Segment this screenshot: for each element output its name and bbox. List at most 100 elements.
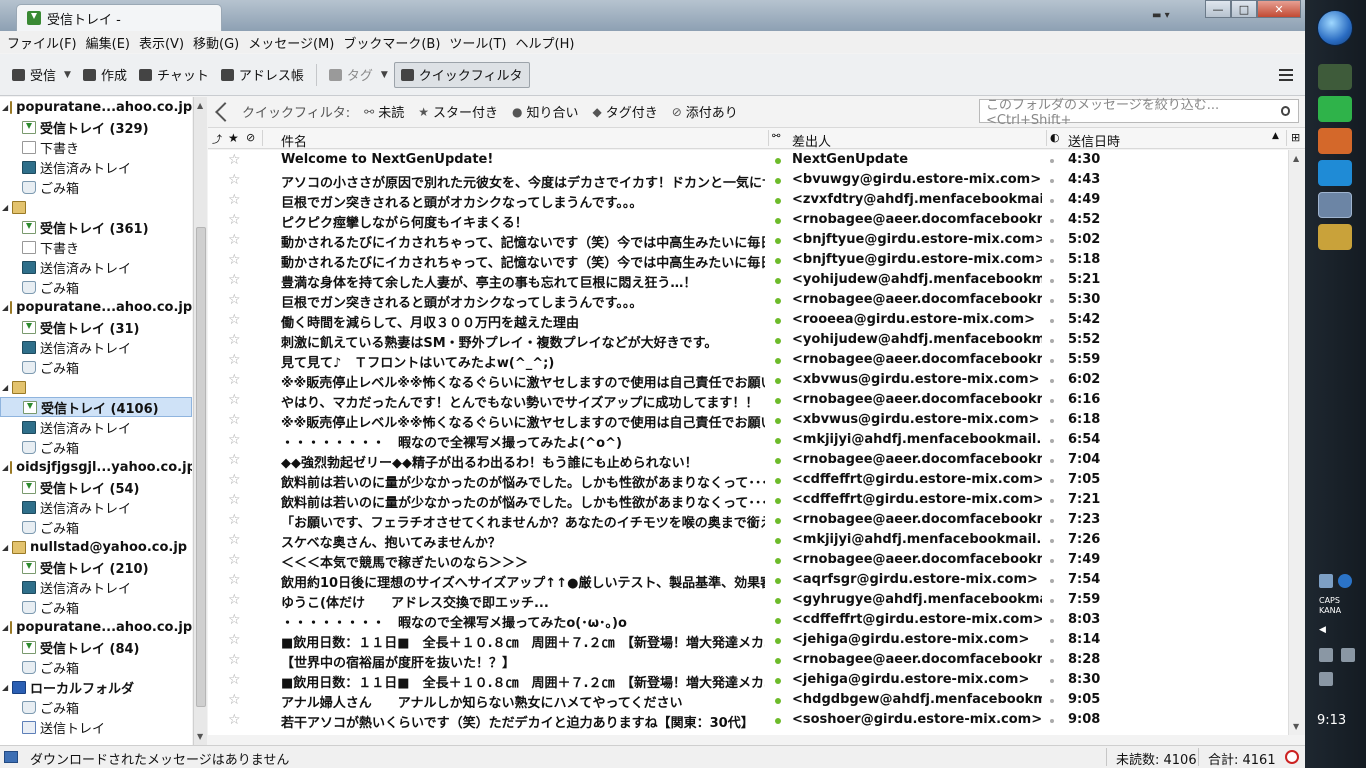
account-row[interactable]: ◢ oidsjfjgsgjl...yahoo.co.jp	[0, 457, 192, 477]
star-toggle-icon[interactable]: ☆	[228, 152, 241, 168]
unread-dot-icon[interactable]	[775, 198, 781, 204]
unread-dot-icon[interactable]	[775, 378, 781, 384]
folder-pane-scrollbar[interactable]: ▲ ▼	[193, 97, 207, 745]
unread-dot-icon[interactable]	[775, 638, 781, 644]
star-toggle-icon[interactable]: ☆	[228, 312, 241, 328]
message-row[interactable]: ☆ アソコの小ささが原因で別れた元彼女を、今度はデカさでイカす！ドカンと一気にサイ…	[208, 170, 1288, 191]
message-row[interactable]: ☆ 見て見て♪ Ｔフロントはいてみたよw(^_^;) <rnobagee@aeer.…	[208, 350, 1288, 371]
ime-status[interactable]: CAPS KANA	[1319, 596, 1341, 616]
junk-status-icon[interactable]	[1050, 419, 1054, 423]
junk-status-icon[interactable]	[1050, 379, 1054, 383]
filter-attachment-button[interactable]: ⊘ 添付あり	[672, 102, 738, 122]
attachment-column-icon[interactable]: ⊘	[246, 131, 255, 144]
tab-list-icon[interactable]: ▬ ▾	[1152, 10, 1170, 21]
junk-status-icon[interactable]	[1050, 459, 1054, 463]
message-row[interactable]: ☆ ピクピク痙攣しながら何度もイキまくる！ <rnobagee@aeer.docom…	[208, 210, 1288, 231]
tray-expand-icon[interactable]: ◀	[1319, 625, 1327, 639]
help-icon[interactable]	[1338, 574, 1352, 588]
menu-help[interactable]: ヘルプ(H)	[513, 33, 581, 52]
star-toggle-icon[interactable]: ☆	[228, 672, 241, 688]
menu-message[interactable]: メッセージ(M)	[245, 33, 340, 52]
column-divider[interactable]	[1046, 130, 1047, 146]
junk-status-icon[interactable]	[1050, 319, 1054, 323]
column-divider[interactable]	[768, 130, 769, 146]
star-toggle-icon[interactable]: ☆	[228, 252, 241, 268]
junk-status-icon[interactable]	[1050, 159, 1054, 163]
folder-outbox[interactable]: 送信トレイ	[0, 717, 192, 737]
subject-column-header[interactable]: 件名	[281, 131, 307, 150]
message-row[interactable]: ☆ 「お願いです、フェラチオさせてくれませんか？あなたのイチモツを喉の奥まで銜え込…	[208, 510, 1288, 531]
account-row[interactable]: ◢ popuratane...ahoo.co.jp	[0, 297, 192, 317]
unread-dot-icon[interactable]	[775, 558, 781, 564]
folder-draft[interactable]: 下書き	[0, 237, 192, 257]
unread-dot-icon[interactable]	[775, 458, 781, 464]
message-row[interactable]: ☆ 若干アソコが熱いくらいです（笑）ただデカイと迫力ありますね【関東：30代】 <s…	[208, 710, 1288, 731]
filter-contacts-button[interactable]: ● 知り合い	[512, 102, 579, 122]
unread-dot-icon[interactable]	[775, 258, 781, 264]
quick-filter-button[interactable]: クイックフィルタ	[393, 61, 530, 88]
folder-inbox[interactable]: 受信トレイ (329)	[0, 117, 192, 137]
column-picker-icon[interactable]: ⊞	[1291, 131, 1300, 144]
taskbar-app-icon[interactable]	[1318, 64, 1352, 90]
unread-dot-icon[interactable]	[775, 178, 781, 184]
star-toggle-icon[interactable]: ☆	[228, 232, 241, 248]
folder-trash[interactable]: ごみ箱	[0, 657, 192, 677]
expand-toggle-icon[interactable]: ◢	[2, 383, 10, 392]
junk-column-icon[interactable]: ◐	[1050, 131, 1060, 144]
folder-sent[interactable]: 送信済みトレイ	[0, 257, 192, 277]
unread-dot-icon[interactable]	[775, 158, 781, 164]
star-toggle-icon[interactable]: ☆	[228, 492, 241, 508]
network-icon[interactable]	[1319, 648, 1333, 662]
junk-status-icon[interactable]	[1050, 559, 1054, 563]
address-book-button[interactable]: アドレス帳	[215, 62, 310, 88]
account-row[interactable]: ◢ ローカルフォルダ	[0, 677, 192, 697]
junk-status-icon[interactable]	[1050, 219, 1054, 223]
unread-dot-icon[interactable]	[775, 478, 781, 484]
folder-inbox[interactable]: 受信トレイ (361)	[0, 217, 192, 237]
offline-status-icon[interactable]	[1285, 750, 1299, 764]
folder-trash[interactable]: ごみ箱	[0, 697, 192, 717]
clock[interactable]: 9:13	[1317, 713, 1346, 728]
account-row[interactable]: ◢	[0, 377, 192, 397]
message-row[interactable]: ☆ アナル婦人さん アナルしか知らない熟女にハメてやってください <hdgdbgew…	[208, 690, 1288, 711]
message-row[interactable]: ☆ 動かされるたびにイカされちゃって、記憶ないです（笑）今では中高生みたいに毎日セ…	[208, 230, 1288, 251]
unread-dot-icon[interactable]	[775, 598, 781, 604]
volume-icon[interactable]	[1319, 672, 1333, 686]
star-toggle-icon[interactable]: ☆	[228, 172, 241, 188]
scroll-down-icon[interactable]: ▼	[1293, 722, 1299, 731]
star-toggle-icon[interactable]: ☆	[228, 352, 241, 368]
menu-edit[interactable]: 編集(E)	[83, 33, 136, 52]
junk-status-icon[interactable]	[1050, 499, 1054, 503]
unread-dot-icon[interactable]	[775, 518, 781, 524]
sender-column-header[interactable]: 差出人	[792, 131, 831, 150]
start-button-icon[interactable]	[1317, 10, 1353, 46]
star-toggle-icon[interactable]: ☆	[228, 532, 241, 548]
message-list-scrollbar[interactable]: ▲ ▼	[1288, 150, 1305, 735]
unread-dot-icon[interactable]	[775, 438, 781, 444]
junk-status-icon[interactable]	[1050, 439, 1054, 443]
junk-status-icon[interactable]	[1050, 579, 1054, 583]
unread-dot-icon[interactable]	[775, 538, 781, 544]
action-center-icon[interactable]	[1341, 648, 1355, 662]
message-row[interactable]: ☆ 動かされるたびにイカされちゃって、記憶ないです（笑）今では中高生みたいに毎日セ…	[208, 250, 1288, 271]
folder-sent[interactable]: 送信済みトレイ	[0, 337, 192, 357]
folder-sent[interactable]: 送信済みトレイ	[0, 497, 192, 517]
star-toggle-icon[interactable]: ☆	[228, 412, 241, 428]
expand-toggle-icon[interactable]: ◢	[2, 203, 10, 212]
thread-column-icon[interactable]: ⤴	[212, 131, 222, 146]
unread-dot-icon[interactable]	[775, 658, 781, 664]
unread-dot-icon[interactable]	[775, 678, 781, 684]
chat-button[interactable]: チャット	[133, 62, 215, 88]
menu-tools[interactable]: ツール(T)	[446, 33, 512, 52]
junk-status-icon[interactable]	[1050, 239, 1054, 243]
expand-toggle-icon[interactable]: ◢	[2, 543, 10, 552]
junk-status-icon[interactable]	[1050, 299, 1054, 303]
unread-dot-icon[interactable]	[775, 398, 781, 404]
account-row[interactable]: ◢ popuratane...ahoo.co.jp	[0, 97, 192, 117]
expand-toggle-icon[interactable]: ◢	[2, 303, 8, 312]
account-row[interactable]: ◢ popuratane...ahoo.co.jp	[0, 617, 192, 637]
message-row[interactable]: ☆ ■飲用日数：１１日■ 全長＋１０.８㎝ 周囲＋７.２㎝ 【新登場！増大発達メカ…	[208, 630, 1288, 651]
message-row[interactable]: ☆ 巨根でガン突きされると頭がオカシクなってしまうんです。。。 <rnobagee@…	[208, 290, 1288, 311]
folder-trash[interactable]: ごみ箱	[0, 517, 192, 537]
folder-sent[interactable]: 送信済みトレイ	[0, 417, 192, 437]
